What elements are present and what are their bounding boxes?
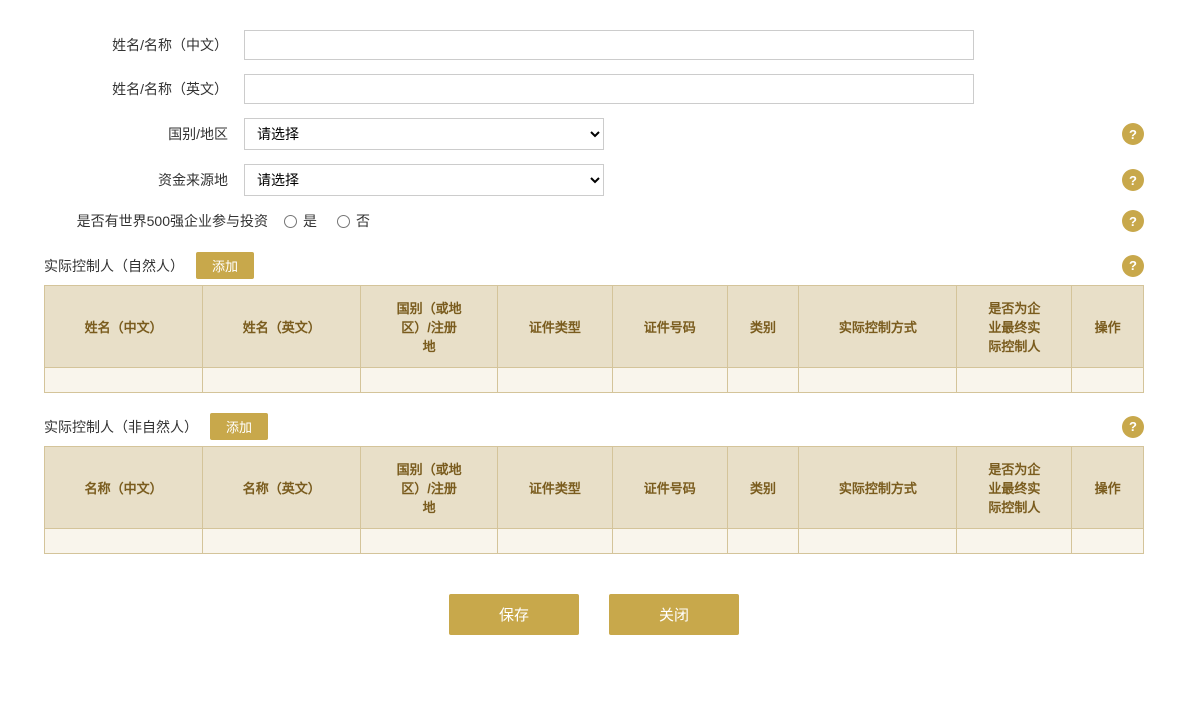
fund-source-select[interactable]: 请选择 (244, 164, 604, 196)
section2-col-country: 国别（或地区）/注册地 (361, 447, 498, 529)
name-zh-input[interactable] (244, 30, 974, 60)
section2-title: 实际控制人（非自然人） (44, 417, 198, 437)
fortune500-row: 是否有世界500强企业参与投资 是 否 ? (44, 210, 1144, 232)
section1-add-button[interactable]: 添加 (196, 252, 254, 279)
radio-no-label[interactable]: 否 (337, 211, 370, 231)
name-en-row: 姓名/名称（英文） (44, 74, 1144, 104)
radio-no-text: 否 (356, 211, 370, 231)
section2-empty-row (45, 529, 1144, 554)
section1-col-name-en: 姓名（英文） (203, 286, 361, 368)
section2-col-operation: 操作 (1072, 447, 1144, 529)
section1-col-final-control: 是否为企业最终实际控制人 (957, 286, 1072, 368)
radio-yes-label[interactable]: 是 (284, 211, 317, 231)
section1-empty-row (45, 368, 1144, 393)
section1-col-cert-no: 证件号码 (612, 286, 727, 368)
section2-col-cert-no: 证件号码 (612, 447, 727, 529)
section1-col-operation: 操作 (1072, 286, 1144, 368)
section1-header-row: 实际控制人（自然人） 添加 ? (44, 252, 1144, 279)
fund-source-label: 资金来源地 (44, 170, 244, 190)
name-zh-label: 姓名/名称（中文） (44, 35, 244, 55)
section2-header-row-table: 名称（中文） 名称（英文） 国别（或地区）/注册地 证件类型 证件号码 类别 实… (45, 447, 1144, 529)
section1-col-category: 类别 (727, 286, 799, 368)
country-row: 国别/地区 请选择 ? (44, 118, 1144, 150)
save-button[interactable]: 保存 (449, 594, 579, 635)
section1-table: 姓名（中文） 姓名（英文） 国别（或地区）/注册地 证件类型 证件号码 类别 实… (44, 285, 1144, 393)
section1-col-control-method: 实际控制方式 (799, 286, 957, 368)
fortune500-help-icon[interactable]: ? (1122, 210, 1144, 232)
section2-block: 实际控制人（非自然人） 添加 ? 名称（中文） 名称（英文） 国别（或地区）/注… (44, 413, 1144, 554)
section1-title: 实际控制人（自然人） (44, 256, 184, 276)
form-section: 姓名/名称（中文） 姓名/名称（英文） 国别/地区 请选择 ? 资金来源地 请选… (44, 30, 1144, 232)
section2-add-button[interactable]: 添加 (210, 413, 268, 440)
section2-col-category: 类别 (727, 447, 799, 529)
section2-col-name-en: 名称（英文） (203, 447, 361, 529)
fund-source-help-icon[interactable]: ? (1122, 169, 1144, 191)
name-en-input[interactable] (244, 74, 974, 104)
page-container: 姓名/名称（中文） 姓名/名称（英文） 国别/地区 请选择 ? 资金来源地 请选… (44, 30, 1144, 655)
fortune500-label: 是否有世界500强企业参与投资 (44, 211, 284, 231)
section1-col-country: 国别（或地区）/注册地 (361, 286, 498, 368)
section2-col-control-method: 实际控制方式 (799, 447, 957, 529)
country-select[interactable]: 请选择 (244, 118, 604, 150)
radio-no-input[interactable] (337, 215, 350, 228)
section2-col-name-zh: 名称（中文） (45, 447, 203, 529)
country-label: 国别/地区 (44, 124, 244, 144)
close-button[interactable]: 关闭 (609, 594, 739, 635)
country-help-icon[interactable]: ? (1122, 123, 1144, 145)
fund-source-row: 资金来源地 请选择 ? (44, 164, 1144, 196)
name-en-label: 姓名/名称（英文） (44, 79, 244, 99)
section1-block: 实际控制人（自然人） 添加 ? 姓名（中文） 姓名（英文） 国别（或地区）/注册… (44, 252, 1144, 393)
section2-col-final-control: 是否为企业最终实际控制人 (957, 447, 1072, 529)
section1-col-cert-type: 证件类型 (497, 286, 612, 368)
section2-col-cert-type: 证件类型 (497, 447, 612, 529)
name-zh-row: 姓名/名称（中文） (44, 30, 1144, 60)
section2-header-row: 实际控制人（非自然人） 添加 ? (44, 413, 1144, 440)
section2-table: 名称（中文） 名称（英文） 国别（或地区）/注册地 证件类型 证件号码 类别 实… (44, 446, 1144, 554)
section1-col-name-zh: 姓名（中文） (45, 286, 203, 368)
bottom-buttons: 保存 关闭 (44, 594, 1144, 655)
section1-header-row-table: 姓名（中文） 姓名（英文） 国别（或地区）/注册地 证件类型 证件号码 类别 实… (45, 286, 1144, 368)
section2-help-icon[interactable]: ? (1122, 416, 1144, 438)
fortune500-radio-group: 是 否 (284, 211, 370, 231)
section1-help-icon[interactable]: ? (1122, 255, 1144, 277)
radio-yes-text: 是 (303, 211, 317, 231)
radio-yes-input[interactable] (284, 215, 297, 228)
